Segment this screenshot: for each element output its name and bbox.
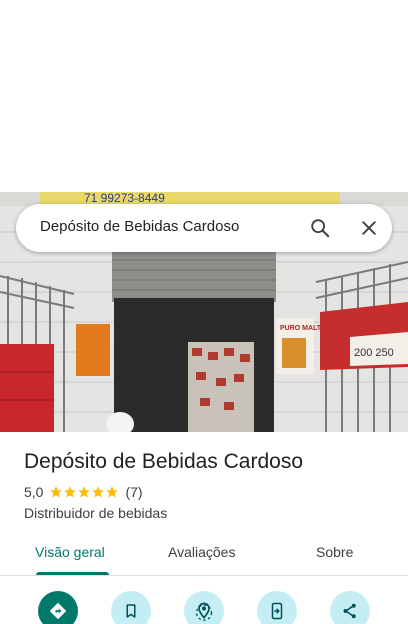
photo-banner-text: 200 250 <box>354 347 394 359</box>
save-button[interactable] <box>111 591 151 624</box>
star-rating <box>49 485 119 499</box>
search-button[interactable] <box>306 214 334 242</box>
active-tab-indicator <box>36 572 109 575</box>
directions-button[interactable] <box>38 591 78 624</box>
tab-overview[interactable]: Visão geral <box>35 544 105 560</box>
send-to-phone-button[interactable] <box>257 591 297 624</box>
star-icon <box>50 486 63 498</box>
place-tabs: Visão geral Avaliações Sobre <box>0 532 408 576</box>
tab-reviews[interactable]: Avaliações <box>168 544 235 560</box>
directions-icon <box>49 602 67 620</box>
review-count[interactable]: (7) <box>125 484 142 500</box>
place-category[interactable]: Distribuidor de bebidas <box>24 505 167 521</box>
close-icon <box>362 221 376 235</box>
star-icon <box>92 486 105 498</box>
search-query[interactable]: Depósito de Bebidas Cardoso <box>40 218 239 235</box>
share-icon <box>343 603 356 619</box>
rating-row[interactable]: 5,0 (7) <box>24 484 143 500</box>
share-button[interactable] <box>330 591 370 624</box>
star-icon <box>78 486 91 498</box>
tab-about[interactable]: Sobre <box>316 544 353 560</box>
search-icon <box>311 219 330 238</box>
place-title: Depósito de Bebidas Cardoso <box>24 450 304 473</box>
clear-search-button[interactable] <box>355 214 383 242</box>
photo-poster-text: PURO MALTE <box>280 325 326 332</box>
bookmark-icon <box>126 604 136 618</box>
nearby-icon <box>195 602 213 621</box>
star-icon <box>64 486 77 498</box>
rating-value: 5,0 <box>24 484 44 500</box>
nearby-button[interactable] <box>184 591 224 624</box>
send-to-phone-icon <box>271 602 283 620</box>
map-blank-area <box>0 0 408 192</box>
star-icon <box>106 486 119 498</box>
search-bar[interactable]: Depósito de Bebidas Cardoso <box>16 204 392 252</box>
